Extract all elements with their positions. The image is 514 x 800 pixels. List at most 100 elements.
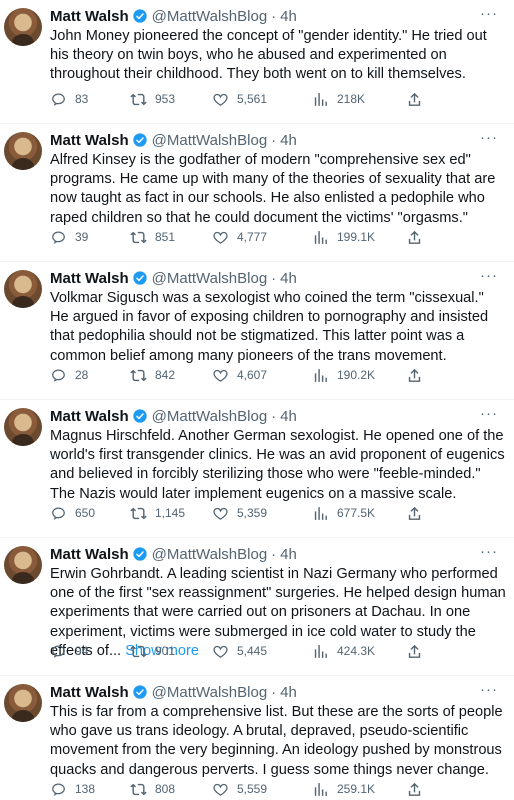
tweet[interactable]: Matt Walsh @MattWalshBlog · 4h ··· Alfre…: [0, 124, 514, 262]
more-options-icon[interactable]: ···: [478, 543, 500, 563]
views-button[interactable]: 677.5K: [312, 503, 375, 523]
tweet[interactable]: Matt Walsh @MattWalshBlog · 4h ··· Erwin…: [0, 538, 514, 676]
author-handle[interactable]: @MattWalshBlog: [152, 8, 268, 25]
retweet-button[interactable]: 851: [130, 227, 175, 247]
views-button[interactable]: 190.2K: [312, 365, 375, 385]
reply-button[interactable]: 83: [50, 89, 88, 109]
timestamp[interactable]: 4h: [280, 408, 297, 425]
more-options-icon[interactable]: ···: [478, 405, 500, 425]
timestamp[interactable]: 4h: [280, 270, 297, 287]
timestamp[interactable]: 4h: [280, 8, 297, 25]
views-count: 218K: [337, 92, 366, 106]
avatar[interactable]: [4, 546, 42, 584]
more-options-icon[interactable]: ···: [478, 5, 500, 25]
retweet-button[interactable]: 953: [130, 89, 175, 109]
views-button[interactable]: 424.3K: [312, 641, 375, 661]
tweet[interactable]: Matt Walsh @MattWalshBlog · 4h ··· Magnu…: [0, 400, 514, 538]
reply-button[interactable]: 28: [50, 365, 88, 385]
tweet[interactable]: Matt Walsh @MattWalshBlog · 4h ··· John …: [0, 0, 514, 124]
retweet-icon: [130, 93, 147, 105]
heart-icon: [213, 231, 228, 244]
author-name[interactable]: Matt Walsh: [50, 546, 129, 563]
verified-badge-icon: [132, 133, 147, 147]
tweet-actions: 138 808 5,559 259.1K: [50, 779, 450, 799]
like-count: 5,359: [237, 506, 268, 520]
author-handle[interactable]: @MattWalshBlog: [152, 270, 268, 287]
like-button[interactable]: 5,445: [212, 641, 267, 661]
share-button[interactable]: [406, 89, 431, 109]
author-name[interactable]: Matt Walsh: [50, 408, 129, 425]
retweet-count: 953: [155, 92, 176, 106]
retweet-button[interactable]: 1,145: [130, 503, 185, 523]
author-handle[interactable]: @MattWalshBlog: [152, 546, 268, 563]
heart-icon: [213, 507, 228, 520]
tweet-thread: Matt Walsh @MattWalshBlog · 4h ··· John …: [0, 0, 514, 800]
tweet-text: Volkmar Sigusch was a sexologist who coi…: [50, 290, 489, 364]
avatar[interactable]: [4, 408, 42, 446]
share-button[interactable]: [406, 503, 431, 523]
share-button[interactable]: [406, 227, 431, 247]
retweet-button[interactable]: 808: [130, 779, 175, 799]
share-icon: [408, 506, 421, 520]
verified-badge-icon: [132, 547, 147, 561]
reply-icon: [52, 644, 65, 658]
retweet-count: 808: [155, 782, 176, 796]
heart-icon: [213, 369, 228, 382]
timestamp[interactable]: 4h: [280, 132, 297, 149]
retweet-button[interactable]: 901: [130, 641, 175, 661]
author-name[interactable]: Matt Walsh: [50, 684, 129, 701]
tweet-text: John Money pioneered the concept of "gen…: [50, 28, 487, 83]
author-handle[interactable]: @MattWalshBlog: [152, 408, 268, 425]
tweet-actions: 650 1,145 5,359 677.5K: [50, 503, 450, 523]
share-button[interactable]: [406, 779, 431, 799]
avatar[interactable]: [4, 132, 42, 170]
tweet-text: Magnus Hirschfeld. Another German sexolo…: [50, 428, 505, 502]
avatar[interactable]: [4, 270, 42, 308]
tweet-text: This is far from a comprehensive list. B…: [50, 704, 503, 778]
avatar[interactable]: [4, 684, 42, 722]
more-options-icon[interactable]: ···: [478, 267, 500, 287]
retweet-button[interactable]: 842: [130, 365, 175, 385]
author-handle[interactable]: @MattWalshBlog: [152, 132, 268, 149]
retweet-count: 901: [155, 644, 176, 658]
tweet-header: Matt Walsh @MattWalshBlog · 4h: [50, 6, 506, 26]
views-chart-icon: [314, 368, 327, 382]
separator-dot: ·: [271, 131, 277, 149]
reply-button[interactable]: 650: [50, 503, 95, 523]
views-count: 190.2K: [337, 368, 376, 382]
like-button[interactable]: 4,607: [212, 365, 267, 385]
share-button[interactable]: [406, 365, 431, 385]
views-button[interactable]: 199.1K: [312, 227, 375, 247]
views-button[interactable]: 259.1K: [312, 779, 375, 799]
like-button[interactable]: 5,559: [212, 779, 267, 799]
share-button[interactable]: [406, 641, 431, 661]
timestamp[interactable]: 4h: [280, 546, 297, 563]
reply-count: 650: [75, 506, 96, 520]
separator-dot: ·: [271, 545, 277, 563]
author-name[interactable]: Matt Walsh: [50, 8, 129, 25]
author-name[interactable]: Matt Walsh: [50, 270, 129, 287]
avatar[interactable]: [4, 8, 42, 46]
reply-button[interactable]: 39: [50, 227, 88, 247]
reply-count: 83: [75, 92, 89, 106]
tweet[interactable]: Matt Walsh @MattWalshBlog · 4h ··· This …: [0, 676, 514, 800]
like-button[interactable]: 4,777: [212, 227, 267, 247]
more-options-icon[interactable]: ···: [478, 129, 500, 149]
tweet-header: Matt Walsh @MattWalshBlog · 4h: [50, 406, 506, 426]
verified-badge-icon: [132, 685, 147, 699]
author-name[interactable]: Matt Walsh: [50, 132, 129, 149]
separator-dot: ·: [271, 269, 277, 287]
views-count: 259.1K: [337, 782, 376, 796]
tweet[interactable]: Matt Walsh @MattWalshBlog · 4h ··· Volkm…: [0, 262, 514, 400]
heart-icon: [213, 93, 228, 106]
like-button[interactable]: 5,359: [212, 503, 267, 523]
more-options-icon[interactable]: ···: [478, 681, 500, 701]
author-handle[interactable]: @MattWalshBlog: [152, 684, 268, 701]
views-button[interactable]: 218K: [312, 89, 365, 109]
timestamp[interactable]: 4h: [280, 684, 297, 701]
share-icon: [408, 230, 421, 244]
like-button[interactable]: 5,561: [212, 89, 267, 109]
views-chart-icon: [314, 782, 327, 796]
reply-button[interactable]: 94: [50, 641, 88, 661]
reply-button[interactable]: 138: [50, 779, 95, 799]
